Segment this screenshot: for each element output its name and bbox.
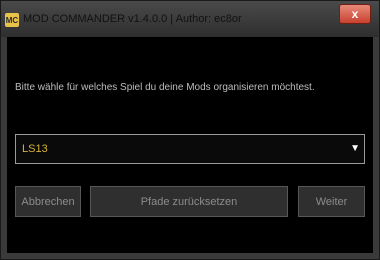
close-button[interactable]: x (339, 4, 371, 24)
window-title: MOD COMMANDER v1.4.0.0 | Author: ec8or (23, 13, 242, 25)
prompt-text: Bitte wähle für welches Spiel du deine M… (15, 82, 315, 93)
title-bar[interactable]: MC MOD COMMANDER v1.4.0.0 | Author: ec8o… (1, 1, 379, 37)
game-select[interactable]: LS13 ▼ (15, 134, 365, 164)
chevron-down-icon[interactable]: ▼ (350, 143, 360, 154)
cancel-button[interactable]: Abbrechen (15, 186, 81, 217)
app-logo-icon: MC (5, 13, 19, 27)
dialog-window: MC MOD COMMANDER v1.4.0.0 | Author: ec8o… (0, 0, 380, 260)
game-select-value: LS13 (22, 143, 48, 155)
close-icon: x (351, 7, 359, 21)
next-button[interactable]: Weiter (298, 186, 365, 217)
dialog-body: Bitte wähle für welches Spiel du deine M… (7, 37, 373, 253)
reset-paths-button[interactable]: Pfade zurücksetzen (90, 186, 288, 217)
